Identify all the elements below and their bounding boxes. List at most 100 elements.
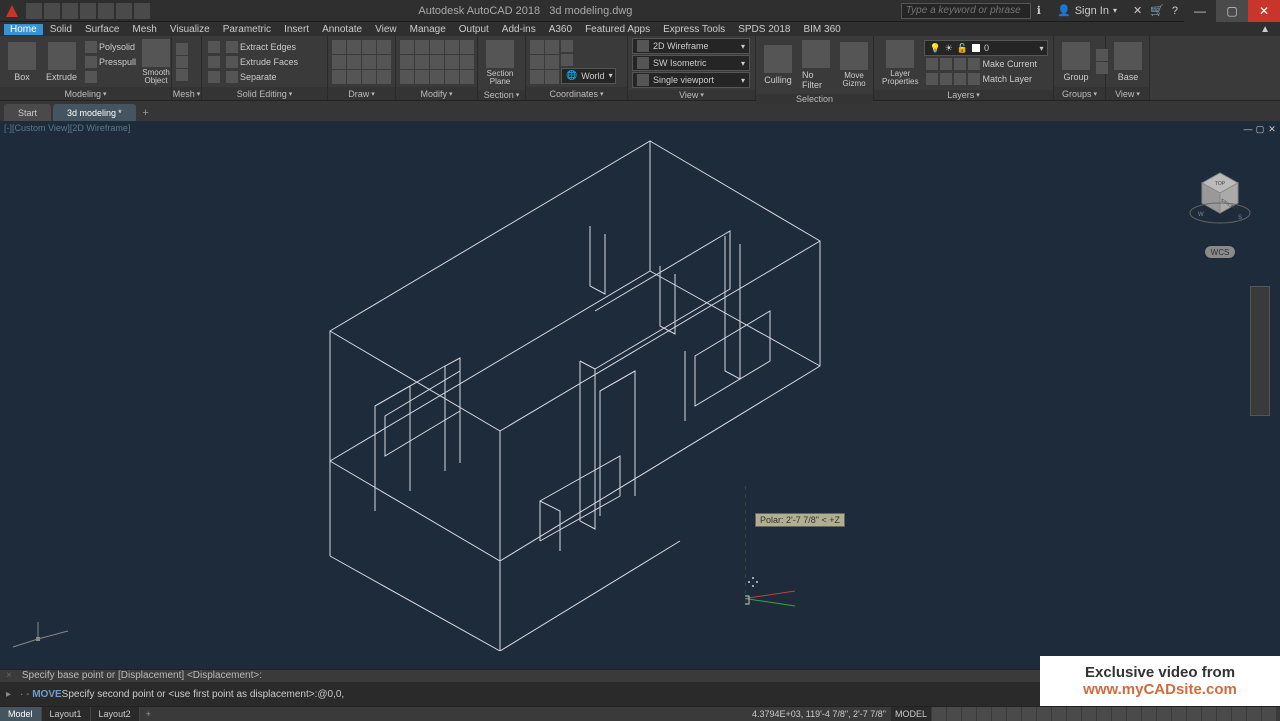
otrack-icon[interactable] xyxy=(1022,707,1036,721)
move-icon[interactable] xyxy=(400,40,414,54)
layer-dropdown[interactable]: 💡☀🔓0 xyxy=(924,40,1048,56)
tab-annotate[interactable]: Annotate xyxy=(316,24,368,35)
array-icon[interactable] xyxy=(400,70,414,84)
mirror-icon[interactable] xyxy=(445,40,459,54)
visual-style-dropdown[interactable]: 2D Wireframe xyxy=(632,38,750,54)
panel-label-section[interactable]: Section xyxy=(478,90,525,100)
rotate-icon[interactable] xyxy=(430,40,444,54)
hatch-icon[interactable] xyxy=(377,55,391,69)
custom-icon[interactable] xyxy=(1262,707,1276,721)
qat-save-icon[interactable] xyxy=(62,3,78,19)
circle-icon[interactable] xyxy=(362,40,376,54)
chamfer-icon[interactable] xyxy=(460,55,474,69)
annoscale-icon[interactable] xyxy=(1142,707,1156,721)
units-icon[interactable] xyxy=(1187,707,1201,721)
pline-icon[interactable] xyxy=(347,40,361,54)
qat-saveas-icon[interactable] xyxy=(80,3,96,19)
cart-icon[interactable]: 🛒 xyxy=(1150,4,1164,17)
snap-icon[interactable] xyxy=(947,707,961,721)
tab-featured-apps[interactable]: Featured Apps xyxy=(579,24,656,35)
tab-bim360[interactable]: BIM 360 xyxy=(797,24,846,35)
region-icon[interactable] xyxy=(347,70,361,84)
viewport-label[interactable]: [-][Custom View][2D Wireframe] xyxy=(4,123,130,133)
match-layer-button[interactable]: Match Layer xyxy=(924,72,1048,86)
tab-visualize[interactable]: Visualize xyxy=(164,24,216,35)
tab-solid[interactable]: Solid xyxy=(44,24,78,35)
model-space-button[interactable]: MODEL xyxy=(891,707,931,721)
extend-icon[interactable] xyxy=(430,55,444,69)
explode-icon[interactable] xyxy=(445,70,459,84)
model-tab[interactable]: Model xyxy=(0,707,42,721)
add-layout-button[interactable]: + xyxy=(140,709,157,719)
help-icon[interactable]: ? xyxy=(1172,5,1178,17)
signin-button[interactable]: 👤 Sign In ▾ xyxy=(1049,4,1125,17)
scale-icon[interactable] xyxy=(460,40,474,54)
intersect-button[interactable] xyxy=(206,70,222,84)
world-dropdown[interactable]: 🌐World xyxy=(561,68,616,84)
ucs-icon-3[interactable] xyxy=(530,55,544,69)
panel-label-solid-editing[interactable]: Solid Editing xyxy=(202,87,327,100)
lwt-icon[interactable] xyxy=(1067,707,1081,721)
ucs-icon-1[interactable] xyxy=(530,40,544,54)
tab-surface[interactable]: Surface xyxy=(79,24,125,35)
close-button[interactable]: ✕ xyxy=(1248,0,1280,22)
ucs-icon-6[interactable] xyxy=(545,70,559,84)
base-button[interactable]: Base xyxy=(1110,40,1146,84)
make-current-button[interactable]: Make Current xyxy=(924,57,1048,71)
gizmo-sb-icon[interactable] xyxy=(1127,707,1141,721)
qat-print-icon[interactable] xyxy=(98,3,114,19)
tab-addins[interactable]: Add-ins xyxy=(496,24,542,35)
ucs-icon-7[interactable] xyxy=(561,40,573,52)
tab-manage[interactable]: Manage xyxy=(404,24,452,35)
view-preset-dropdown[interactable]: SW Isometric xyxy=(632,55,750,71)
ucs-icon-8[interactable] xyxy=(561,54,573,66)
doc-tab-start[interactable]: Start xyxy=(4,104,51,121)
ortho-icon[interactable] xyxy=(962,707,976,721)
ucs-icon-4[interactable] xyxy=(545,55,559,69)
info-icon[interactable]: ℹ xyxy=(1037,4,1041,17)
hardware-icon[interactable] xyxy=(1217,707,1231,721)
culling-button[interactable]: Culling xyxy=(760,43,796,87)
vp-max-icon[interactable]: ▢ xyxy=(1255,124,1265,134)
extrude-button[interactable]: Extrude xyxy=(42,40,81,84)
panel-label-modeling[interactable]: Modeling xyxy=(0,87,171,100)
tab-view[interactable]: View xyxy=(369,24,403,35)
offset-icon[interactable] xyxy=(415,70,429,84)
exchange-icon[interactable]: ✕ xyxy=(1133,4,1142,17)
qat-open-icon[interactable] xyxy=(44,3,60,19)
tab-output[interactable]: Output xyxy=(453,24,495,35)
mesh-icon-3[interactable] xyxy=(176,69,188,81)
doc-tab-active[interactable]: 3d modeling* xyxy=(53,104,136,121)
annomon-icon[interactable] xyxy=(1172,707,1186,721)
rect-icon[interactable] xyxy=(332,55,346,69)
erase-icon[interactable] xyxy=(430,70,444,84)
ribbon-collapse-icon[interactable]: ▲ xyxy=(1254,24,1276,35)
ellipse-icon[interactable] xyxy=(362,55,376,69)
maximize-button[interactable]: ▢ xyxy=(1216,0,1248,22)
qat-redo-icon[interactable] xyxy=(134,3,150,19)
layout1-tab[interactable]: Layout1 xyxy=(42,707,91,721)
box-button[interactable]: Box xyxy=(4,40,40,84)
tab-home[interactable]: Home xyxy=(4,24,43,35)
tab-parametric[interactable]: Parametric xyxy=(217,24,277,35)
3d-icon[interactable] xyxy=(1112,707,1126,721)
panel-label-coordinates[interactable]: Coordinates xyxy=(526,87,627,100)
layer-properties-button[interactable]: LayerProperties xyxy=(878,38,922,88)
tab-spds[interactable]: SPDS 2018 xyxy=(732,24,796,35)
3dosnap-icon[interactable] xyxy=(1007,707,1021,721)
layout2-tab[interactable]: Layout2 xyxy=(91,707,140,721)
line-icon[interactable] xyxy=(332,40,346,54)
tab-mesh[interactable]: Mesh xyxy=(126,24,162,35)
osnap-icon[interactable] xyxy=(992,707,1006,721)
dyn-icon[interactable] xyxy=(1052,707,1066,721)
panel-label-modify[interactable]: Modify xyxy=(396,87,477,100)
panel-label-layers[interactable]: Layers xyxy=(874,90,1053,100)
tab-express-tools[interactable]: Express Tools xyxy=(657,24,731,35)
qprops-icon[interactable] xyxy=(1202,707,1216,721)
move-gizmo-button[interactable]: MoveGizmo xyxy=(836,40,872,90)
stretch-icon[interactable] xyxy=(400,55,414,69)
group-button[interactable]: Group xyxy=(1058,40,1094,84)
qat-undo-icon[interactable] xyxy=(116,3,132,19)
mesh-icon-2[interactable] xyxy=(176,56,188,68)
minimize-button[interactable]: — xyxy=(1184,0,1216,22)
